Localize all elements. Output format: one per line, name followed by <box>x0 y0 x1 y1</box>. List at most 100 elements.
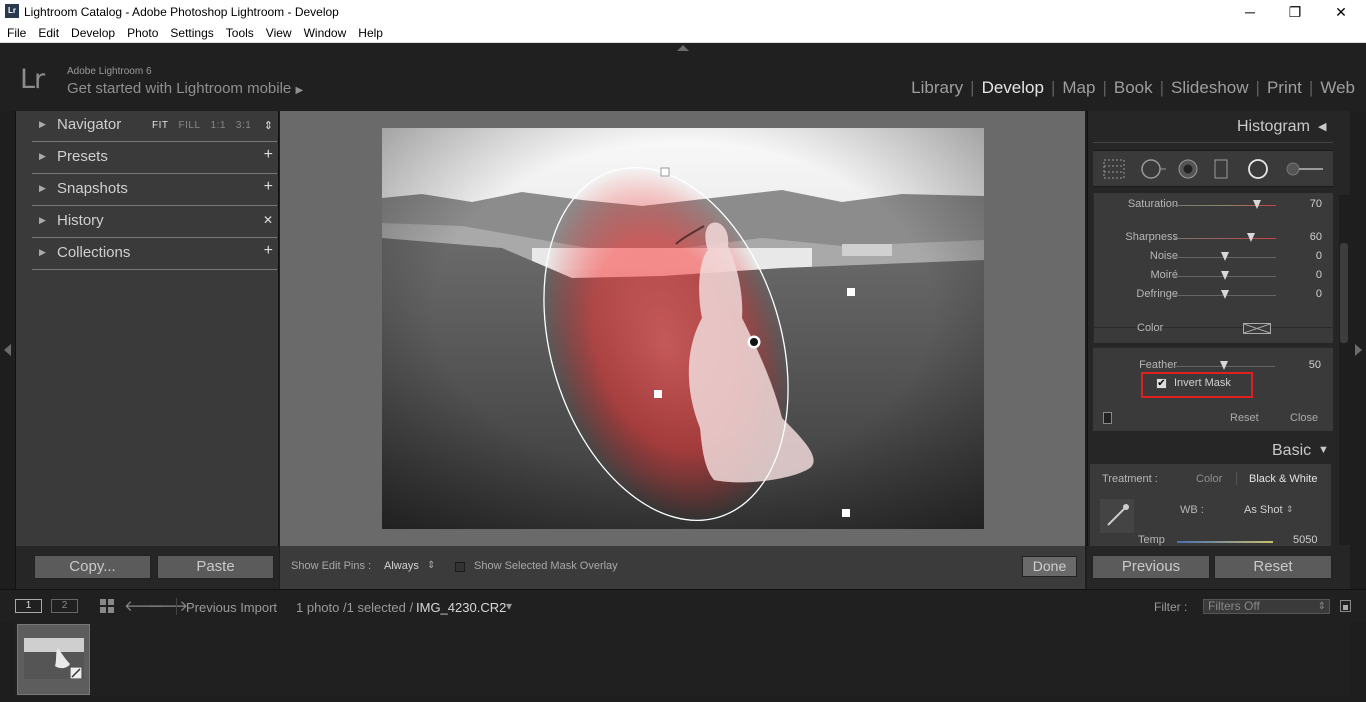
copy-button[interactable]: Copy... <box>34 555 151 579</box>
module-library[interactable]: Library <box>904 78 970 97</box>
filename[interactable]: IMG_4230.CR2 <box>416 600 506 615</box>
lightroom-mobile-link[interactable]: Get started with Lightroom mobile ▶ <box>67 80 303 97</box>
slider-knob[interactable] <box>1220 252 1229 261</box>
mask-overlay-checkbox[interactable] <box>455 562 465 572</box>
module-web[interactable]: Web <box>1313 78 1362 97</box>
treatment-color-option[interactable]: Color <box>1196 473 1222 485</box>
radial-filter-icon[interactable] <box>1247 159 1269 179</box>
menu-file[interactable]: File <box>0 23 31 40</box>
histogram-header[interactable]: Histogram <box>1237 118 1310 136</box>
spot-removal-icon[interactable] <box>1139 159 1167 179</box>
history-label: History <box>57 212 104 229</box>
temp-value[interactable]: 5050 <box>1293 534 1317 546</box>
basic-collapse-icon[interactable]: ▼ <box>1318 444 1329 456</box>
slider-track[interactable] <box>1173 238 1276 239</box>
feather-value[interactable]: 50 <box>1309 359 1321 371</box>
slider-value[interactable]: 0 <box>1316 288 1322 300</box>
zoom-fit[interactable]: FIT <box>152 120 169 131</box>
noise-slider-row[interactable]: Noise 0 <box>1094 249 1334 265</box>
add-preset-icon[interactable]: + <box>264 146 273 164</box>
menu-view[interactable]: View <box>259 23 297 40</box>
slider-knob[interactable] <box>1220 290 1229 299</box>
menu-edit[interactable]: Edit <box>31 23 64 40</box>
saturation-slider-row[interactable]: Saturation 70 <box>1094 197 1334 213</box>
done-button[interactable]: Done <box>1022 556 1077 577</box>
color-swatch[interactable] <box>1243 323 1271 334</box>
paste-button[interactable]: Paste <box>157 555 274 579</box>
module-map[interactable]: Map <box>1055 78 1102 97</box>
toggle-switch-icon[interactable] <box>1103 412 1112 424</box>
menu-photo[interactable]: Photo <box>120 23 163 40</box>
previous-button[interactable]: Previous <box>1092 555 1210 579</box>
mask-reset-button[interactable]: Reset <box>1230 412 1259 424</box>
slider-knob[interactable] <box>1253 200 1262 209</box>
zoom-1-1[interactable]: 1:1 <box>211 120 226 131</box>
add-collection-icon[interactable]: + <box>264 242 273 260</box>
history-section[interactable]: ▶ History ✕ <box>32 207 277 238</box>
slider-value[interactable]: 0 <box>1316 250 1322 262</box>
temp-track[interactable] <box>1177 541 1273 543</box>
collapse-left-panel-icon[interactable] <box>4 344 11 356</box>
menu-help[interactable]: Help <box>351 23 388 40</box>
wb-select[interactable]: As Shot <box>1244 504 1283 516</box>
module-book[interactable]: Book <box>1107 78 1160 97</box>
crop-overlay-icon[interactable] <box>1103 159 1125 179</box>
mask-close-button[interactable]: Close <box>1290 412 1318 424</box>
forward-arrow-icon[interactable]: 🡒 <box>148 596 188 615</box>
grid-view-icon[interactable] <box>99 598 115 614</box>
slider-value[interactable]: 70 <box>1310 198 1322 210</box>
white-balance-eyedropper-icon[interactable] <box>1100 499 1134 533</box>
invert-mask-checkbox[interactable]: ✔ <box>1156 378 1167 389</box>
zoom-3-1[interactable]: 3:1 <box>236 120 251 131</box>
module-slideshow[interactable]: Slideshow <box>1164 78 1256 97</box>
collapse-top-panel-icon[interactable] <box>677 45 689 51</box>
clear-history-icon[interactable]: ✕ <box>263 213 273 227</box>
module-develop[interactable]: Develop <box>975 78 1051 97</box>
treatment-bw-option[interactable]: Black & White <box>1249 473 1317 485</box>
slider-knob[interactable] <box>1247 233 1256 242</box>
lightroom-mobile-text: Get started with Lightroom mobile <box>67 80 292 97</box>
presets-section[interactable]: ▶ Presets + <box>32 143 277 174</box>
photo-preview[interactable] <box>382 128 984 529</box>
collections-section[interactable]: ▶ Collections + <box>32 239 277 270</box>
show-edit-pins-select[interactable]: Always <box>384 560 419 572</box>
slider-knob[interactable] <box>1220 271 1229 280</box>
navigator-section[interactable]: ▶ Navigator FIT FILL 1:1 3:1 ⇕ <box>32 111 277 142</box>
defringe-slider-row[interactable]: Defringe 0 <box>1094 287 1334 303</box>
histogram-collapse-icon[interactable]: ◀ <box>1318 120 1326 133</box>
filmstrip-thumbnail[interactable] <box>17 624 90 695</box>
scrollbar-thumb[interactable] <box>1340 243 1348 343</box>
graduated-filter-icon[interactable] <box>1213 159 1229 179</box>
red-eye-icon[interactable] <box>1177 159 1199 179</box>
menu-tools[interactable]: Tools <box>219 23 259 40</box>
source-label[interactable]: Previous Import <box>186 600 277 615</box>
maximize-button[interactable]: ❐ <box>1272 2 1318 22</box>
zoom-fill[interactable]: FILL <box>179 120 201 131</box>
secondary-window-button[interactable]: 2 <box>51 599 78 613</box>
sharpness-slider-row[interactable]: Sharpness 60 <box>1094 230 1334 246</box>
menu-window[interactable]: Window <box>297 23 352 40</box>
slider-value[interactable]: 0 <box>1316 269 1322 281</box>
filter-lock-icon[interactable] <box>1340 600 1351 612</box>
main-window-button[interactable]: 1 <box>15 599 42 613</box>
add-snapshot-icon[interactable]: + <box>264 178 273 196</box>
adjustment-brush-icon[interactable] <box>1285 159 1325 179</box>
title-bar: Lr Lightroom Catalog - Adobe Photoshop L… <box>0 0 1366 23</box>
moir-slider-row[interactable]: Moiré 0 <box>1094 268 1334 284</box>
basic-header[interactable]: Basic <box>1272 442 1311 460</box>
snapshots-section[interactable]: ▶ Snapshots + <box>32 175 277 206</box>
menu-develop[interactable]: Develop <box>64 23 120 40</box>
feather-knob[interactable] <box>1219 361 1228 370</box>
menu-settings[interactable]: Settings <box>163 23 218 40</box>
reset-button[interactable]: Reset <box>1214 555 1332 579</box>
mask-handle-icon <box>847 288 855 296</box>
filename-dropdown-icon[interactable]: ▾ <box>506 599 512 613</box>
module-print[interactable]: Print <box>1260 78 1309 97</box>
collapse-right-panel-icon[interactable] <box>1355 344 1362 356</box>
zoom-stepper-icon[interactable]: ⇕ <box>264 119 273 132</box>
close-button[interactable]: ✕ <box>1318 2 1364 22</box>
right-panel-scrollbar[interactable] <box>1339 195 1350 545</box>
minimize-button[interactable]: ─ <box>1227 2 1273 22</box>
filter-select[interactable]: Filters Off ⇕ <box>1203 599 1330 614</box>
slider-value[interactable]: 60 <box>1310 231 1322 243</box>
